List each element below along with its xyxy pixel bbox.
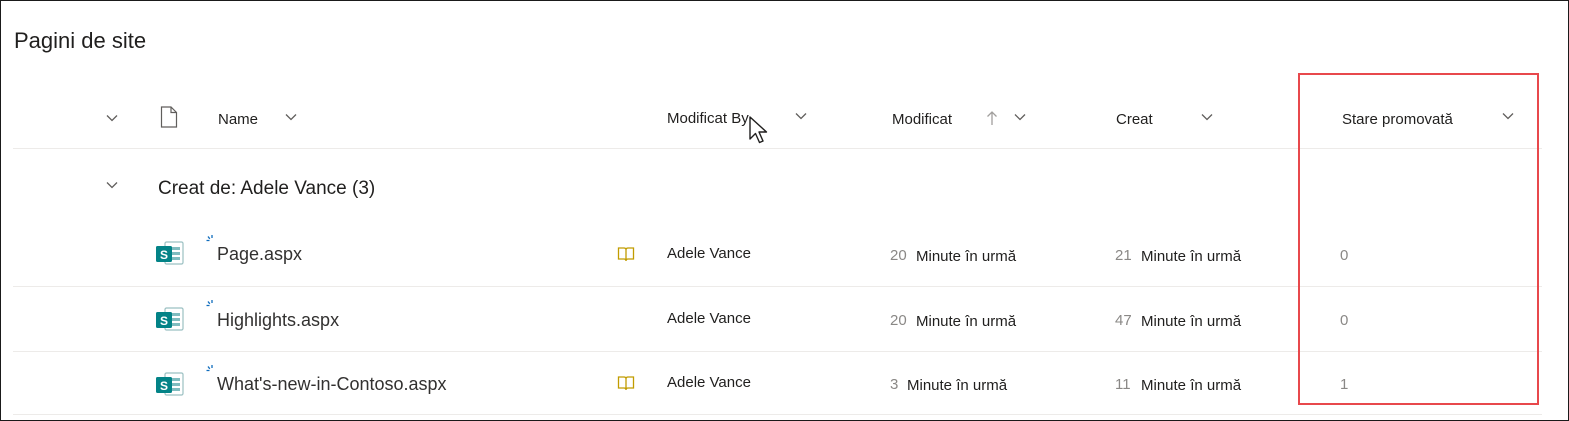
modified-text: Minute în urmă [916,313,1017,330]
modified-text: Minute în urmă [916,248,1017,265]
modified-by-cell: Adele Vance [667,374,751,391]
created-sort-chevron-icon[interactable] [1201,113,1213,121]
page-title: Pagini de site [14,28,147,53]
modified-number: 3 [890,376,899,393]
created-text: Minute în urmă [1141,313,1242,330]
column-header-name[interactable]: Name [218,111,258,128]
svg-text:S: S [160,314,168,328]
file-type-header-icon[interactable] [160,106,178,133]
new-item-spark-icon [205,233,217,245]
created-text: Minute în urmă [1141,248,1242,265]
file-name-link[interactable]: What's-new-in-Contoso.aspx [217,374,447,395]
created-text: Minute în urmă [1141,377,1242,394]
book-icon[interactable] [617,375,635,396]
new-item-spark-icon [205,298,217,310]
column-header-modified-by[interactable]: Modificat By [667,110,749,127]
modified-number: 20 [890,247,907,264]
svg-text:S: S [160,379,168,393]
file-name-link[interactable]: Page.aspx [217,244,302,265]
sharepoint-page-icon: S [155,306,185,332]
highlight-box [1298,73,1539,405]
svg-text:S: S [160,248,168,262]
file-name-link[interactable]: Highlights.aspx [217,310,339,331]
mouse-cursor-icon [748,115,770,150]
modified-text: Minute în urmă [907,377,1008,394]
column-header-modified[interactable]: Modificat [892,111,952,128]
sharepoint-page-icon: S [155,371,185,397]
modified-by-cell: Adele Vance [667,310,751,327]
modified-by-cell: Adele Vance [667,245,751,262]
row-divider [13,414,1542,415]
modified-by-chevron-icon[interactable] [795,112,807,120]
group-header-label[interactable]: Creat de: Adele Vance (3) [158,178,375,200]
sharepoint-page-icon: S [155,240,185,266]
created-number: 47 [1115,312,1132,329]
modified-number: 20 [890,312,907,329]
name-sort-chevron-icon[interactable] [285,113,297,121]
sort-ascending-arrow-icon[interactable] [986,110,998,131]
created-number: 21 [1115,247,1132,264]
group-collapse-chevron-icon[interactable] [106,181,118,189]
modified-sort-chevron-icon[interactable] [1014,113,1026,121]
created-number: 11 [1115,376,1131,393]
new-item-spark-icon [205,363,217,375]
book-icon[interactable] [617,246,635,267]
column-header-created[interactable]: Creat [1116,111,1153,128]
select-all-chevron-icon[interactable] [106,114,118,122]
